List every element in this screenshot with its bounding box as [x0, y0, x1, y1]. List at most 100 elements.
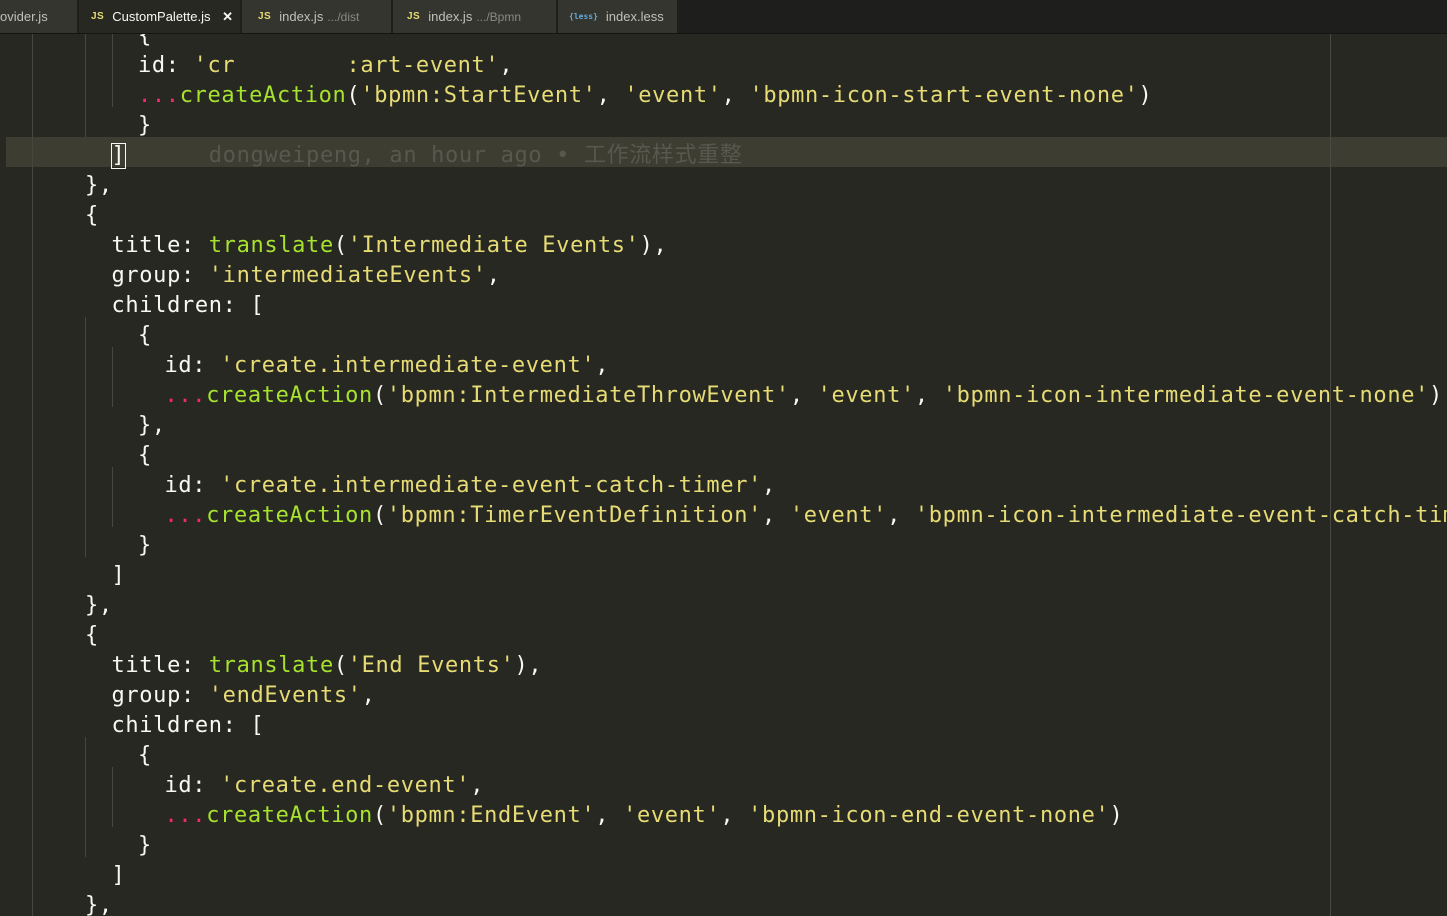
code-token: {: [138, 323, 152, 348]
js-file-icon: JS: [258, 11, 272, 22]
code-token: ,: [470, 773, 485, 798]
code-token: 'event': [817, 383, 915, 408]
code-line: },: [32, 411, 166, 441]
code-line: {: [32, 321, 152, 351]
code-token: 'create.intermediate-event': [220, 353, 596, 378]
code-token: (: [333, 233, 348, 258]
code-token: createAction: [206, 503, 373, 528]
tab-index-less[interactable]: {less} index.less: [558, 0, 678, 33]
code-line: title: translate('End Events'),: [32, 651, 542, 681]
code-line: {: [32, 201, 99, 231]
code-token: ,: [721, 83, 750, 108]
code-line: ...createAction('bpmn:EndEvent', 'event'…: [32, 801, 1123, 831]
code-line: group: 'intermediateEvents',: [32, 261, 501, 291]
git-blame-annotation: dongweipeng, an hour ago • 工作流样式重整: [208, 143, 743, 168]
code-token: 'create.intermediate-event-catch-timer': [220, 473, 763, 498]
code-token: 'create.end-event': [220, 773, 471, 798]
code-token: 'End Events': [347, 653, 515, 678]
code-token: 'bpmn:EndEvent': [386, 803, 596, 828]
code-token: createAction: [206, 803, 373, 828]
code-token: {: [85, 623, 99, 648]
code-token: 'Intermediate Events': [347, 233, 640, 258]
code-line: },: [32, 171, 113, 201]
code-token: },: [85, 593, 113, 618]
code-token: ,: [596, 83, 625, 108]
code-token: ,: [887, 503, 915, 528]
code-token: 'bpmn-icon-start-event-none': [749, 83, 1139, 108]
code-token: },: [85, 893, 113, 916]
code-token: ),: [639, 233, 668, 258]
code-token: translate: [208, 233, 334, 258]
code-token: {: [138, 443, 152, 468]
code-token: ,: [499, 53, 514, 78]
code-token: ...: [164, 803, 207, 828]
code-line: },: [32, 591, 113, 621]
code-token: 'event': [624, 83, 722, 108]
tab-index-js-bpmn[interactable]: JS index.js .../Bpmn: [393, 0, 557, 33]
code-token: :art-event': [346, 53, 500, 78]
code-line: id: 'create.intermediate-event',: [32, 351, 609, 381]
code-token: id:: [164, 353, 221, 378]
code-line: children: [: [32, 291, 264, 321]
tab-provider-js[interactable]: ovider.js: [0, 0, 78, 33]
code-token: createAction: [206, 383, 373, 408]
code-token: 'bpmn-icon-end-event-none': [748, 803, 1110, 828]
code-token: translate: [208, 653, 334, 678]
code-token: children: [: [111, 293, 265, 318]
code-token: createAction: [179, 83, 347, 108]
code-token: 'event': [623, 803, 721, 828]
code-token: ,: [789, 383, 818, 408]
code-token: title:: [111, 233, 209, 258]
code-token: children: [: [111, 713, 265, 738]
tab-bar: ovider.js JS CustomPalette.js ✕ JS index…: [0, 0, 1447, 34]
code-token: }: [138, 833, 152, 858]
code-line: {: [32, 741, 152, 771]
code-line: ] dongweipeng, an hour ago • 工作流样式重整: [32, 141, 743, 171]
code-editor[interactable]: {id: 'cr :art-event', ...createAction('bp…: [0, 34, 1447, 916]
code-token: ,: [914, 383, 943, 408]
code-line: title: translate('Intermediate Events'),: [32, 231, 667, 261]
code-token: group:: [111, 683, 209, 708]
code-token: }: [138, 533, 152, 558]
close-icon[interactable]: ✕: [222, 9, 233, 25]
code-token: ,: [595, 353, 610, 378]
code-token: ): [1109, 803, 1124, 828]
code-token: },: [85, 173, 113, 198]
tab-custompalette-js[interactable]: JS CustomPalette.js ✕: [79, 0, 241, 33]
code-token: 'event': [789, 503, 888, 528]
code-token: 'endEvents': [208, 683, 362, 708]
code-line: id: 'cr :art-event',: [32, 51, 513, 81]
code-token: 'bpmn-icon-intermediate-event-catch-time…: [914, 503, 1447, 528]
code-line: }: [32, 831, 152, 861]
tab-label: CustomPalette.js: [112, 9, 211, 24]
code-line: }: [32, 111, 152, 141]
code-token: ): [1429, 383, 1443, 408]
code-line: ...createAction('bpmn:StartEvent', 'even…: [32, 81, 1152, 111]
code-line: {: [32, 441, 152, 471]
code-token: 'intermediateEvents': [208, 263, 487, 288]
code-token: {: [138, 743, 152, 768]
code-line: ]: [32, 861, 125, 891]
tab-desc: .../Bpmn: [476, 9, 521, 24]
code-token: }: [138, 113, 152, 138]
code-line: id: 'create.end-event',: [32, 771, 484, 801]
code-token: 'cr: [193, 53, 236, 78]
code-token: },: [138, 413, 166, 438]
column-ruler: [1330, 34, 1331, 916]
code-token: ...: [138, 83, 180, 108]
text-cursor: ]: [110, 143, 127, 169]
code-token: ,: [762, 473, 776, 498]
tab-desc: .../dist: [327, 9, 360, 24]
tab-index-js-dist[interactable]: JS index.js .../dist: [242, 0, 392, 33]
code-token: {: [138, 34, 152, 48]
code-token: (: [372, 383, 387, 408]
code-line: ]: [32, 561, 125, 591]
code-token: (: [372, 803, 387, 828]
code-token: ,: [361, 683, 376, 708]
code-token: ): [1138, 83, 1153, 108]
code-token: 'bpmn-icon-intermediate-event-none': [942, 383, 1430, 408]
code-token: ,: [720, 803, 749, 828]
tab-label: index.less: [605, 9, 664, 24]
